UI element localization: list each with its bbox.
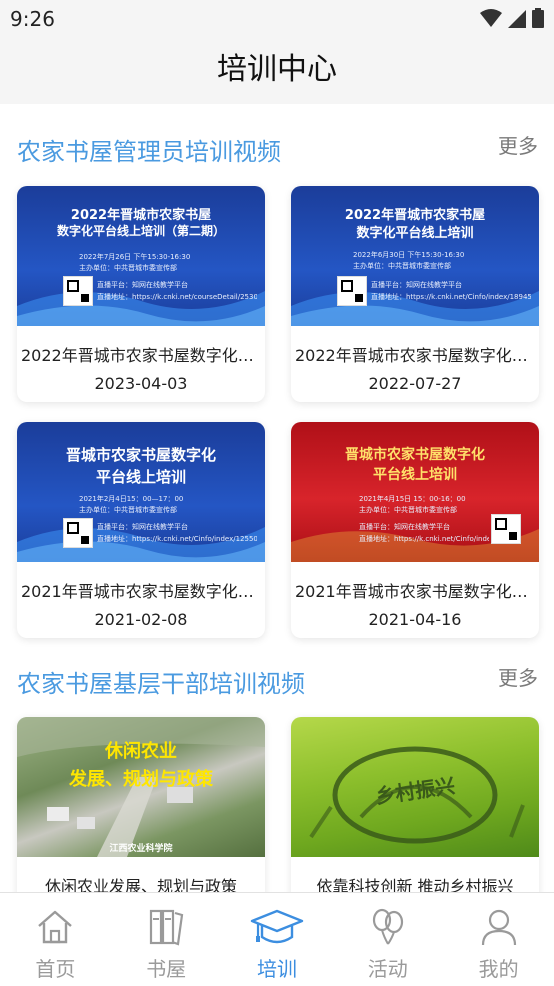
thumb-line6: 直播地址：https://k.cnki.net/Cinfo/index/1894… xyxy=(371,293,531,301)
video-title: 2021年晋城市农家书屋数字化平台线上培训 xyxy=(21,582,261,601)
video-card[interactable]: 乡村振兴 依靠科技创新 推动乡村振兴 xyxy=(291,717,539,892)
thumb-line6: 直播地址：https://k.cnki.net/Cinfo/index/1395… xyxy=(359,535,489,543)
video-thumbnail: 休闲农业 发展、规划与政策 江西农业科学院 xyxy=(17,717,265,857)
video-thumbnail: 乡村振兴 xyxy=(291,717,539,857)
qr-code-icon xyxy=(63,276,93,306)
tab-bookhouse[interactable]: 书屋 xyxy=(111,893,222,986)
video-date: 2023-04-03 xyxy=(94,374,188,393)
tab-label: 首页 xyxy=(35,957,76,981)
page-header: 培训中心 xyxy=(0,38,554,104)
more-link[interactable]: 更多 xyxy=(498,130,538,159)
signal-icon xyxy=(508,10,526,28)
video-thumbnail: 2022年晋城市农家书屋 数字化平台线上培训 2022年6月30日 下午15:3… xyxy=(291,186,539,326)
video-card[interactable]: 2022年晋城市农家书屋 数字化平台线上培训（第二期） 2022年7月26日 下… xyxy=(17,186,265,402)
video-card[interactable]: 2022年晋城市农家书屋 数字化平台线上培训 2022年6月30日 下午15:3… xyxy=(291,186,539,402)
tab-activity[interactable]: 活动 xyxy=(332,893,443,986)
tab-training[interactable]: 培训 xyxy=(222,893,333,986)
thumb-line1: 休闲农业 xyxy=(105,741,177,762)
status-bar: 9:26 xyxy=(0,0,554,38)
qr-code-icon xyxy=(491,514,521,544)
tab-label: 书屋 xyxy=(146,957,187,981)
video-card[interactable]: 晋城市农家书屋数字化 平台线上培训 2021年4月15日 15：00-16：00… xyxy=(291,422,539,638)
balloons-icon xyxy=(372,908,403,945)
thumb-line3: 2022年7月26日 下午15:30-16:30 xyxy=(79,253,191,261)
user-icon xyxy=(481,909,516,946)
thumb-line3: 2021年2月4日15：00—17：00 xyxy=(79,495,184,503)
tab-label: 活动 xyxy=(367,957,408,981)
qr-code-icon xyxy=(337,276,367,306)
tab-home[interactable]: 首页 xyxy=(0,893,111,986)
video-date: 2022-07-27 xyxy=(368,374,462,393)
thumb-line1: 2022年晋城市农家书屋 xyxy=(344,208,486,223)
thumb-line4: 主办单位：中共晋城市委宣传部 xyxy=(359,506,457,514)
video-thumbnail: 晋城市农家书屋数字化 平台线上培训 2021年4月15日 15：00-16：00… xyxy=(291,422,539,562)
video-date: 2021-04-16 xyxy=(368,610,462,629)
main-content[interactable]: 农家书屋管理员培训视频 更多 2022年晋城市农家书屋 数字化平台线上培训（第二… xyxy=(0,104,554,892)
thumb-line6: 直播地址：https://k.cnki.net/Cinfo/index/1255… xyxy=(97,535,257,543)
thumb-line4: 主办单位：中共晋城市委宣传部 xyxy=(79,264,177,272)
status-time: 9:26 xyxy=(10,7,55,31)
tab-label: 我的 xyxy=(478,957,519,981)
thumb-line1: 晋城市农家书屋数字化 xyxy=(345,447,485,463)
thumb-line2: 数字化平台线上培训 xyxy=(356,226,474,241)
thumb-line5: 直播平台：知网在线教学平台 xyxy=(97,523,188,531)
thumb-line2: 发展、规划与政策 xyxy=(69,769,213,790)
books-icon xyxy=(150,909,184,946)
section-title: 农家书屋基层干部培训视频 xyxy=(17,670,305,698)
thumb-line4: 主办单位：中共晋城市委宣传部 xyxy=(353,262,451,270)
video-title: 休闲农业发展、规划与政策 xyxy=(44,877,237,892)
video-title: 依靠科技创新 推动乡村振兴 xyxy=(316,877,514,892)
thumb-line2: 数字化平台线上培训（第二期） xyxy=(56,224,225,238)
graduation-cap-icon xyxy=(250,909,304,944)
thumb-line3: 2022年6月30日 下午15:30-16:30 xyxy=(353,251,465,259)
home-icon xyxy=(38,910,73,944)
thumb-line2: 平台线上培训 xyxy=(373,467,457,483)
thumb-line1: 2022年晋城市农家书屋 xyxy=(70,208,212,223)
wifi-icon xyxy=(480,9,502,27)
video-title: 2022年晋城市农家书屋数字化平台线上培训 xyxy=(295,346,535,365)
tab-mine[interactable]: 我的 xyxy=(443,893,554,986)
thumb-line6: 直播地址：https://k.cnki.net/courseDetail/253… xyxy=(97,293,257,301)
video-title: 2021年晋城市农家书屋数字化平台线上培训 xyxy=(295,582,535,601)
section-title: 农家书屋管理员培训视频 xyxy=(17,138,281,166)
thumb-line2: 平台线上培训 xyxy=(95,468,186,486)
video-title: 2022年晋城市农家书屋数字化平台线上培训（第二期） xyxy=(21,346,261,365)
video-card[interactable]: 休闲农业 发展、规划与政策 江西农业科学院 休闲农业发展、规划与政策 xyxy=(17,717,265,892)
video-thumbnail: 晋城市农家书屋数字化 平台线上培训 2021年2月4日15：00—17：00 主… xyxy=(17,422,265,562)
video-card[interactable]: 晋城市农家书屋数字化 平台线上培训 2021年2月4日15：00—17：00 主… xyxy=(17,422,265,638)
section-header-cadre: 农家书屋基层干部培训视频 更多 xyxy=(0,656,554,706)
bottom-tab-bar: 首页 书屋 培训 活动 我的 xyxy=(0,892,554,986)
thumb-line3: 江西农业科学院 xyxy=(109,844,173,854)
thumb-line5: 直播平台：知网在线教学平台 xyxy=(359,523,450,531)
status-icons xyxy=(480,8,544,28)
battery-icon xyxy=(532,8,544,28)
video-date: 2021-02-08 xyxy=(94,610,188,629)
thumb-line5: 直播平台：知网在线教学平台 xyxy=(97,281,188,289)
thumb-line1: 晋城市农家书屋数字化 xyxy=(65,446,216,464)
thumb-line3: 2021年4月15日 15：00-16：00 xyxy=(359,495,466,503)
page-title: 培训中心 xyxy=(217,52,337,87)
thumb-line5: 直播平台：知网在线教学平台 xyxy=(371,281,462,289)
thumb-line4: 主办单位：中共晋城市委宣传部 xyxy=(79,506,177,514)
qr-code-icon xyxy=(63,518,93,548)
video-thumbnail: 2022年晋城市农家书屋 数字化平台线上培训（第二期） 2022年7月26日 下… xyxy=(17,186,265,326)
section-header-admin: 农家书屋管理员培训视频 更多 xyxy=(0,124,554,174)
tab-label: 培训 xyxy=(256,957,297,981)
more-link[interactable]: 更多 xyxy=(498,662,538,691)
